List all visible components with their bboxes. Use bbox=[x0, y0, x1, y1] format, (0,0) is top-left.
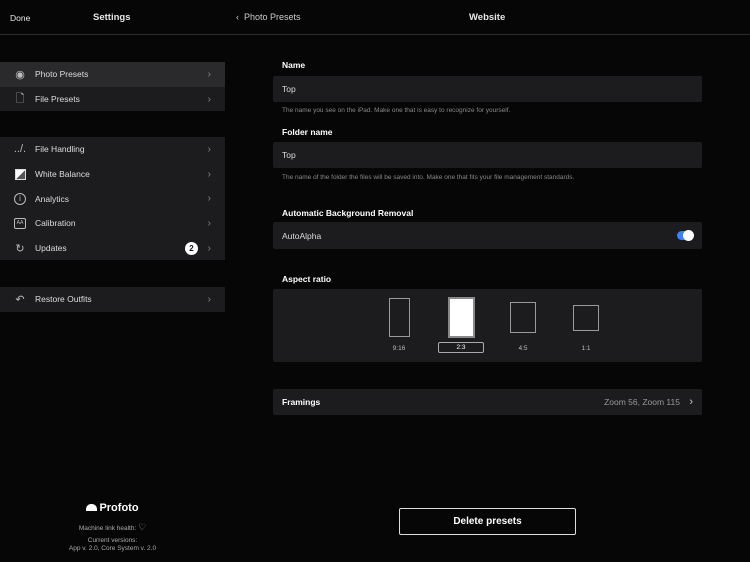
sidebar-item-calibration[interactable]: AA Calibration › bbox=[0, 211, 225, 236]
camera-icon: ◉ bbox=[15, 68, 25, 81]
aspect-option-2-3[interactable]: 2:3 bbox=[438, 297, 484, 353]
file-icon: 🗋 bbox=[15, 92, 25, 105]
sidebar-item-file-presets[interactable]: 🗋 File Presets › bbox=[0, 87, 225, 112]
page-title: Website bbox=[469, 12, 506, 23]
machine-health-label: Machine link health: bbox=[78, 525, 137, 532]
folder-label: Folder name bbox=[282, 127, 333, 137]
sidebar-item-photo-presets[interactable]: ◉ Photo Presets › bbox=[0, 62, 225, 87]
versions-label: Current versions: bbox=[87, 537, 138, 544]
folder-help: The name of the folder the files will be… bbox=[282, 174, 575, 181]
autoalpha-row: AutoAlpha bbox=[273, 222, 702, 249]
autoalpha-toggle[interactable] bbox=[677, 230, 694, 241]
sidebar-item-updates[interactable]: ↻ Updates 2 › bbox=[0, 236, 225, 261]
path-icon: ../. bbox=[13, 143, 27, 156]
sidebar-item-analytics[interactable]: i Analytics › bbox=[0, 186, 225, 211]
aspect-label: Aspect ratio bbox=[282, 274, 332, 284]
aspect-option-1-1[interactable]: 1:1 bbox=[571, 305, 601, 352]
chevron-right-icon: › bbox=[207, 242, 211, 254]
done-button[interactable]: Done bbox=[10, 13, 30, 23]
sidebar-item-file-handling[interactable]: ../. File Handling › bbox=[0, 137, 225, 162]
framings-row[interactable]: Framings Zoom 56, Zoom 115 › bbox=[273, 389, 702, 415]
heart-icon: ♡ bbox=[138, 522, 147, 532]
refresh-icon: ↻ bbox=[15, 242, 25, 255]
chevron-right-icon: › bbox=[207, 217, 211, 229]
sidebar-group-settings: ../. File Handling › White Balance › i Analy… bbox=[0, 137, 225, 261]
info-icon: i bbox=[13, 192, 27, 206]
name-label: Name bbox=[282, 60, 306, 70]
aspect-option-4-5[interactable]: 4:5 bbox=[508, 302, 538, 352]
chevron-right-icon: › bbox=[207, 68, 211, 80]
settings-title: Settings bbox=[93, 12, 131, 23]
delete-presets-button[interactable]: Delete presets bbox=[399, 508, 576, 535]
chevron-right-icon: › bbox=[689, 396, 693, 408]
chevron-right-icon: › bbox=[207, 293, 211, 305]
folder-input[interactable]: Top bbox=[273, 142, 702, 168]
aspect-option-9-16[interactable]: 9:16 bbox=[384, 298, 414, 352]
white-balance-icon bbox=[13, 167, 27, 181]
chevron-right-icon: › bbox=[207, 93, 211, 105]
name-help: The name you see on the iPad. Make one t… bbox=[282, 107, 511, 114]
profoto-logo: Profoto bbox=[0, 502, 225, 514]
framings-value: Zoom 56, Zoom 115 bbox=[604, 397, 680, 407]
updates-badge: 2 bbox=[185, 241, 198, 255]
chevron-right-icon: › bbox=[207, 193, 211, 205]
chevron-right-icon: › bbox=[207, 168, 211, 180]
sidebar-item-white-balance[interactable]: White Balance › bbox=[0, 162, 225, 187]
back-button[interactable]: ‹ Photo Presets bbox=[236, 12, 301, 22]
aspect-ratio-panel bbox=[273, 289, 702, 362]
chevron-right-icon: › bbox=[207, 143, 211, 155]
abr-label: Automatic Background Removal bbox=[282, 208, 414, 218]
calibration-icon: AA bbox=[13, 216, 27, 230]
sidebar-item-restore-outfits[interactable]: ↶ Restore Outfits › bbox=[0, 287, 225, 312]
sidebar-group-restore: ↶ Restore Outfits › bbox=[0, 287, 225, 312]
sidebar-footer: Profoto Machine link health: ♡ Current v… bbox=[0, 502, 225, 552]
sidebar-group-presets: ◉ Photo Presets › 🗋 File Presets › bbox=[0, 62, 225, 112]
versions-value: App v. 2.0, Core System v. 2.0 bbox=[68, 545, 157, 552]
restore-icon: ↶ bbox=[15, 293, 25, 306]
chevron-left-icon: ‹ bbox=[236, 12, 244, 22]
name-input[interactable]: Top bbox=[273, 76, 702, 102]
